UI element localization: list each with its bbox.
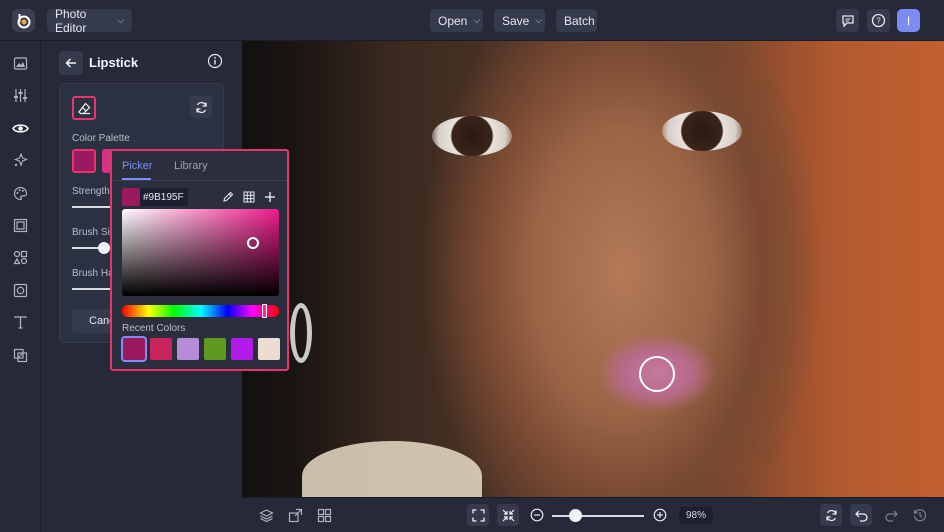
recent-color-swatch[interactable] <box>231 338 253 360</box>
frame-icon[interactable] <box>10 215 30 235</box>
erase-button[interactable] <box>72 96 96 120</box>
open-button[interactable]: Open ⌵ <box>430 9 483 32</box>
batch-label: Batch <box>564 13 595 28</box>
photo-eye-left <box>432 116 512 156</box>
zoom-in-button[interactable] <box>650 505 670 525</box>
comment-icon <box>841 14 854 28</box>
app-menu-label: Photo Editor <box>55 6 87 35</box>
zoom-slider-knob[interactable] <box>568 509 582 522</box>
app-menu-button[interactable]: Photo Editor ⌵ <box>47 6 132 35</box>
palette-icon[interactable] <box>10 183 30 203</box>
chevron-down-icon: ⌵ <box>473 15 481 25</box>
tab-picker[interactable]: Picker <box>122 160 153 172</box>
zoom-slider[interactable] <box>552 515 644 517</box>
plus-icon[interactable] <box>261 188 279 206</box>
save-button[interactable]: Save ⌵ <box>494 9 545 32</box>
undo-button[interactable] <box>850 504 872 526</box>
bottom-toolbar: 98% <box>242 497 944 532</box>
info-button[interactable] <box>207 53 225 71</box>
app-logo[interactable] <box>12 9 35 32</box>
open-label: Open <box>438 13 468 28</box>
image-icon[interactable] <box>10 53 30 73</box>
grid-icon[interactable] <box>314 505 334 525</box>
photo-eye-right <box>662 111 742 151</box>
overlay-icon[interactable] <box>10 345 30 365</box>
current-color-swatch <box>122 188 140 206</box>
brush-cursor <box>639 356 675 392</box>
help-button[interactable]: ? <box>867 9 890 32</box>
save-label: Save <box>502 13 530 28</box>
tab-library[interactable]: Library <box>174 160 208 172</box>
layers-icon[interactable] <box>256 505 276 525</box>
text-icon[interactable] <box>10 312 30 332</box>
info-icon <box>207 53 223 69</box>
photo-collar <box>302 441 482 497</box>
logo-icon <box>17 13 30 28</box>
fit-screen-icon <box>471 508 485 522</box>
color-picker-popup: Picker Library #9B195F Recent Colors <box>110 149 289 371</box>
brush-hardness-slider[interactable] <box>72 288 112 290</box>
help-icon: ? <box>871 13 886 28</box>
tool-rail <box>0 41 41 532</box>
resize-icon[interactable] <box>285 505 305 525</box>
history-button[interactable] <box>910 505 930 525</box>
comments-button[interactable] <box>836 9 859 32</box>
zoom-value[interactable]: 98% <box>679 507 713 524</box>
arrow-left-icon <box>65 58 76 68</box>
actual-size-button[interactable] <box>497 504 519 526</box>
sliders-icon[interactable] <box>10 85 30 105</box>
grid-icon[interactable] <box>240 188 258 206</box>
sync-button[interactable] <box>820 504 842 526</box>
collapse-icon <box>502 509 514 521</box>
hue-slider[interactable] <box>122 305 279 317</box>
user-avatar[interactable]: I <box>897 9 920 32</box>
zoom-out-button[interactable] <box>527 505 547 525</box>
eye-icon[interactable] <box>10 118 30 138</box>
svg-text:?: ? <box>876 17 881 26</box>
recent-colors-label: Recent Colors <box>122 323 186 334</box>
redo-button[interactable] <box>881 505 901 525</box>
redo-icon <box>884 510 898 522</box>
recent-color-swatch[interactable] <box>204 338 226 360</box>
back-button[interactable] <box>59 51 83 75</box>
sparkle-icon[interactable] <box>10 150 30 170</box>
eyedropper-icon[interactable] <box>219 188 237 206</box>
hex-input[interactable]: #9B195F <box>140 188 188 206</box>
strength-slider[interactable] <box>72 206 112 208</box>
color-palette-label: Color Palette <box>72 133 130 144</box>
fit-screen-button[interactable] <box>467 504 489 526</box>
history-icon <box>913 509 927 522</box>
texture-icon[interactable] <box>10 280 30 300</box>
minus-circle-icon <box>530 508 544 522</box>
reset-button[interactable] <box>190 96 212 118</box>
chevron-down-icon: ⌵ <box>535 15 543 25</box>
sync-icon <box>825 509 837 521</box>
batch-button[interactable]: Batch <box>556 9 597 32</box>
tab-divider <box>112 180 287 181</box>
recent-color-swatch[interactable] <box>177 338 199 360</box>
hue-slider-handle[interactable] <box>262 304 267 318</box>
panel-title: Lipstick <box>89 55 139 70</box>
refresh-icon <box>195 101 207 113</box>
undo-icon <box>854 510 868 522</box>
saturation-value-area[interactable] <box>122 209 279 296</box>
saturation-value-handle[interactable] <box>247 237 259 249</box>
color-swatch-selected[interactable] <box>72 149 96 173</box>
strength-label: Strength <box>72 186 110 197</box>
panel-header: Lipstick <box>59 51 229 77</box>
plus-circle-icon <box>653 508 667 522</box>
top-bar: Photo Editor ⌵ Open ⌵ Save ⌵ Batch ? I <box>0 0 944 41</box>
recent-color-swatch[interactable] <box>258 338 280 360</box>
eraser-icon <box>77 102 90 114</box>
photo-earring <box>290 303 312 363</box>
shapes-icon[interactable] <box>10 247 30 267</box>
recent-color-swatch[interactable] <box>150 338 172 360</box>
chevron-down-icon: ⌵ <box>117 15 124 25</box>
photo-canvas[interactable] <box>242 41 944 497</box>
brush-size-knob[interactable] <box>98 242 110 254</box>
recent-color-swatch[interactable] <box>121 336 147 362</box>
